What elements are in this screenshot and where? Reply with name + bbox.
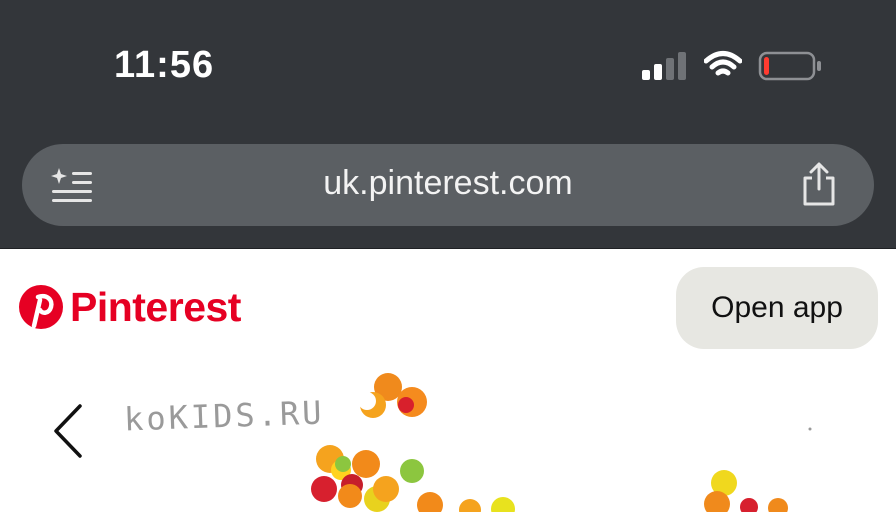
- status-time: 11:56: [114, 44, 215, 86]
- share-icon[interactable]: [798, 162, 840, 206]
- pinterest-page: Pinterest Open app koKIDS.RU: [0, 249, 896, 512]
- pinterest-logo[interactable]: Pinterest: [18, 284, 241, 330]
- chevron-left-icon[interactable]: [48, 403, 88, 459]
- browser-url-area: uk.pinterest.com: [0, 130, 896, 249]
- battery-low-icon: [758, 51, 821, 81]
- logo-text: Pinterest: [70, 283, 241, 330]
- open-app-button[interactable]: Open app: [676, 267, 878, 349]
- pin-image[interactable]: koKIDS.RU: [0, 367, 896, 512]
- pinterest-logo-icon: [19, 285, 63, 329]
- address-bar[interactable]: uk.pinterest.com: [22, 144, 874, 226]
- cellular-signal-icon: [642, 52, 686, 80]
- colorful-confetti-dots-image: [311, 373, 812, 512]
- status-bar: 11:56: [0, 0, 896, 130]
- watermark-text: koKIDS.RU: [123, 393, 325, 439]
- url-text[interactable]: uk.pinterest.com: [22, 164, 874, 203]
- wifi-icon: [704, 51, 742, 76]
